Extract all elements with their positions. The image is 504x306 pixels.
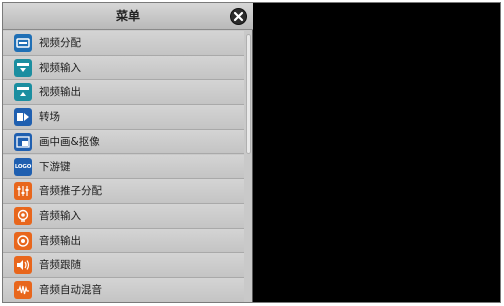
menu-item-label: 音频输入 <box>39 209 81 222</box>
menu-item-label: 音频自动混音 <box>39 284 102 296</box>
menu-item-label: 转场 <box>39 111 60 124</box>
menu-item-label: 音频跟随 <box>39 259 81 272</box>
menu-title: 菜单 <box>115 9 140 23</box>
menu-item-label: 音频输出 <box>39 234 81 247</box>
close-button[interactable] <box>230 8 247 25</box>
menu-item-4[interactable]: 转场 <box>3 105 244 130</box>
menu-header: 菜单 <box>3 3 253 30</box>
menu-item-label: 音频推子分配 <box>39 185 102 198</box>
close-icon <box>233 11 244 22</box>
app-window: 菜单 视频分配视频输入视频输出转场画中画&抠像 LOGO 下游键音频推子分配 音频输入… <box>2 2 501 303</box>
audio-fader-icon <box>14 182 32 201</box>
menu-item-7[interactable]: 音频推子分配 <box>3 179 244 204</box>
menu-item-label: 下游键 <box>39 160 71 173</box>
menu-item-10[interactable]: 音频跟随 <box>3 253 244 278</box>
menu-item-8[interactable]: 音频输入 <box>3 203 244 229</box>
menu-panel: 菜单 视频分配视频输入视频输出转场画中画&抠像 LOGO 下游键音频推子分配 音频输入… <box>3 3 253 302</box>
menu-item-5[interactable]: 画中画&抠像 <box>3 129 244 155</box>
audio-output-icon <box>14 231 32 250</box>
audio-follow-icon <box>14 256 32 275</box>
pip-keying-icon <box>14 132 32 151</box>
menu-item-label: 视频分配 <box>39 37 81 49</box>
menu-item-1[interactable]: 视频分配 <box>3 31 244 56</box>
menu-list: 视频分配视频输入视频输出转场画中画&抠像 LOGO 下游键音频推子分配 音频输入音频输… <box>3 31 244 302</box>
video-input-icon <box>14 58 32 77</box>
audio-input-icon <box>14 206 32 225</box>
preview-area <box>254 3 500 302</box>
scrollbar[interactable] <box>245 31 252 302</box>
video-split-icon <box>14 34 32 52</box>
menu-item-label: 画中画&抠像 <box>39 135 100 148</box>
menu-item-2[interactable]: 视频输入 <box>3 55 244 81</box>
menu-item-6[interactable]: LOGO 下游键 <box>3 154 244 180</box>
menu-item-label: 视频输入 <box>39 61 81 74</box>
menu-item-11[interactable]: 音频自动混音 <box>3 278 244 302</box>
transition-icon <box>14 108 32 127</box>
audio-automix-icon <box>14 281 32 299</box>
scroll-thumb[interactable] <box>246 34 251 154</box>
logo-key-icon: LOGO <box>14 157 32 176</box>
menu-item-label: 视频输出 <box>39 86 81 99</box>
menu-item-3[interactable]: 视频输出 <box>3 80 244 106</box>
icon-text: LOGO <box>14 163 32 170</box>
menu-item-9[interactable]: 音频输出 <box>3 228 244 254</box>
video-output-icon <box>14 83 32 102</box>
